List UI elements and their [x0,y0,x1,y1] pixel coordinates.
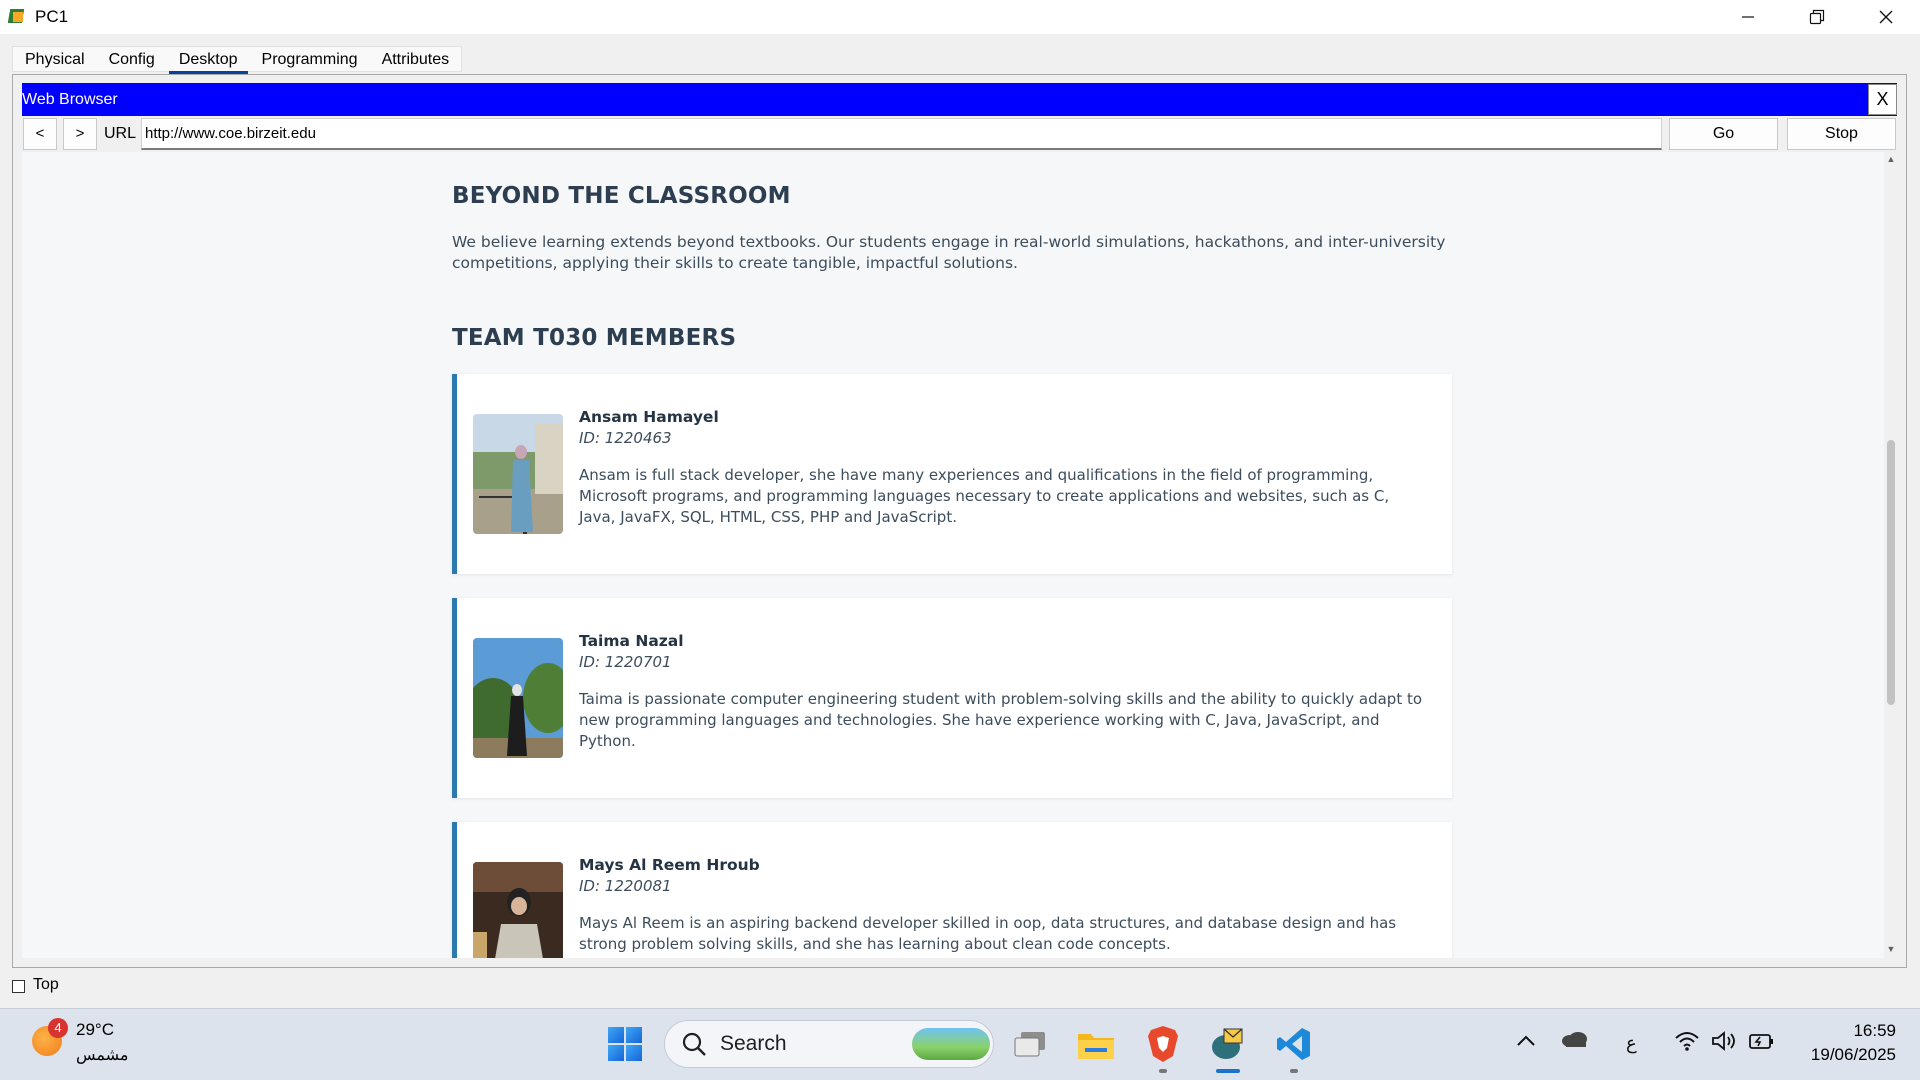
team-members-heading: TEAM T030 MEMBERS [452,325,737,351]
onedrive-cloud-icon[interactable] [1560,1030,1588,1054]
tab-attributes[interactable]: Attributes [370,47,462,73]
restore-button[interactable] [1782,0,1851,34]
clock-date: 19/06/2025 [1810,1045,1896,1064]
input-language-indicator[interactable]: ع [1626,1033,1637,1054]
top-checkbox[interactable] [12,980,25,993]
member-photo [473,414,563,534]
member-description: Taima is passionate computer engineering… [579,690,1423,750]
scrollbar-thumb[interactable] [1887,440,1895,705]
close-icon [1879,10,1892,24]
top-checkbox-label: Top [33,976,59,993]
member-description: Mays Al Reem is an aspiring backend deve… [579,914,1397,953]
windows-start-icon[interactable] [608,1027,642,1061]
web-browser-title: Web Browser [22,91,118,108]
member-card: Ansam Hamayel ID: 1220463 Ansam is full … [452,374,1452,574]
web-browser-close-button[interactable]: X [1868,84,1897,115]
member-description: Ansam is full stack developer, she have … [579,466,1390,526]
task-view-icon[interactable] [1010,1024,1050,1064]
weather-notification-badge: 4 [48,1018,68,1038]
vscode-icon[interactable] [1274,1024,1314,1064]
member-name: Mays Al Reem Hroub [579,856,760,874]
member-id: ID: 1220463 [579,429,672,447]
member-id: ID: 1220701 [579,653,672,671]
forward-button[interactable]: > [63,118,97,150]
show-hidden-icons-chevron-up-icon[interactable] [1516,1030,1536,1053]
file-explorer-icon[interactable] [1076,1024,1116,1064]
battery-charging-icon[interactable] [1748,1030,1776,1058]
clock-time: 16:59 [1853,1021,1896,1040]
go-button[interactable]: Go [1669,118,1778,150]
beyond-classroom-text: We believe learning extends beyond textb… [452,233,1446,272]
weather-temperature[interactable]: 29°C [76,1020,114,1040]
scroll-down-icon[interactable]: ▼ [1886,944,1896,954]
window-title: PC1 [35,7,69,26]
tab-config[interactable]: Config [97,47,167,73]
brave-browser-icon[interactable] [1143,1024,1183,1064]
web-browser-header [22,83,1897,116]
search-highlight-icon [912,1028,990,1060]
brave-running-indicator [1159,1069,1167,1073]
minimize-icon [1741,16,1754,18]
device-tabs: Physical Config Desktop Programming Attr… [12,46,463,74]
volume-icon[interactable] [1711,1030,1739,1058]
packet-tracer-app-icon [7,7,27,27]
tab-programming[interactable]: Programming [250,47,370,73]
window-titlebar: PC1 [0,0,1920,34]
url-input[interactable]: http://www.coe.birzeit.edu [141,118,1662,150]
back-button[interactable]: < [23,118,57,150]
member-name: Taima Nazal [579,632,684,650]
beyond-classroom-heading: BEYOND THE CLASSROOM [452,183,791,209]
vertical-scrollbar[interactable]: ▲ ▼ [1884,152,1897,958]
member-id: ID: 1220081 [579,877,672,895]
web-page-viewport: BEYOND THE CLASSROOM We believe learning… [22,152,1884,958]
member-photo [473,862,563,958]
member-photo [473,638,563,758]
wifi-icon[interactable] [1674,1030,1700,1058]
tab-desktop[interactable]: Desktop [167,47,250,74]
member-card: Mays Al Reem Hroub ID: 1220081 Mays Al R… [452,822,1452,958]
vscode-running-indicator [1290,1069,1298,1073]
minimize-button[interactable] [1713,0,1782,34]
url-label: URL [104,125,137,142]
search-label: Search [720,1032,787,1055]
tab-physical[interactable]: Physical [13,47,97,73]
packet-tracer-active-indicator [1216,1069,1240,1073]
scroll-up-icon[interactable]: ▲ [1886,154,1896,164]
member-card: Taima Nazal ID: 1220701 Taima is passion… [452,598,1452,798]
stop-button[interactable]: Stop [1787,118,1896,150]
weather-description[interactable]: مشمس [76,1045,129,1065]
close-window-button[interactable] [1851,0,1920,34]
system-clock[interactable]: 16:59 19/06/2025 [1811,1019,1896,1067]
restore-icon [1809,9,1824,25]
member-name: Ansam Hamayel [579,408,719,426]
search-icon [682,1032,706,1056]
packet-tracer-taskbar-icon[interactable] [1208,1024,1248,1064]
